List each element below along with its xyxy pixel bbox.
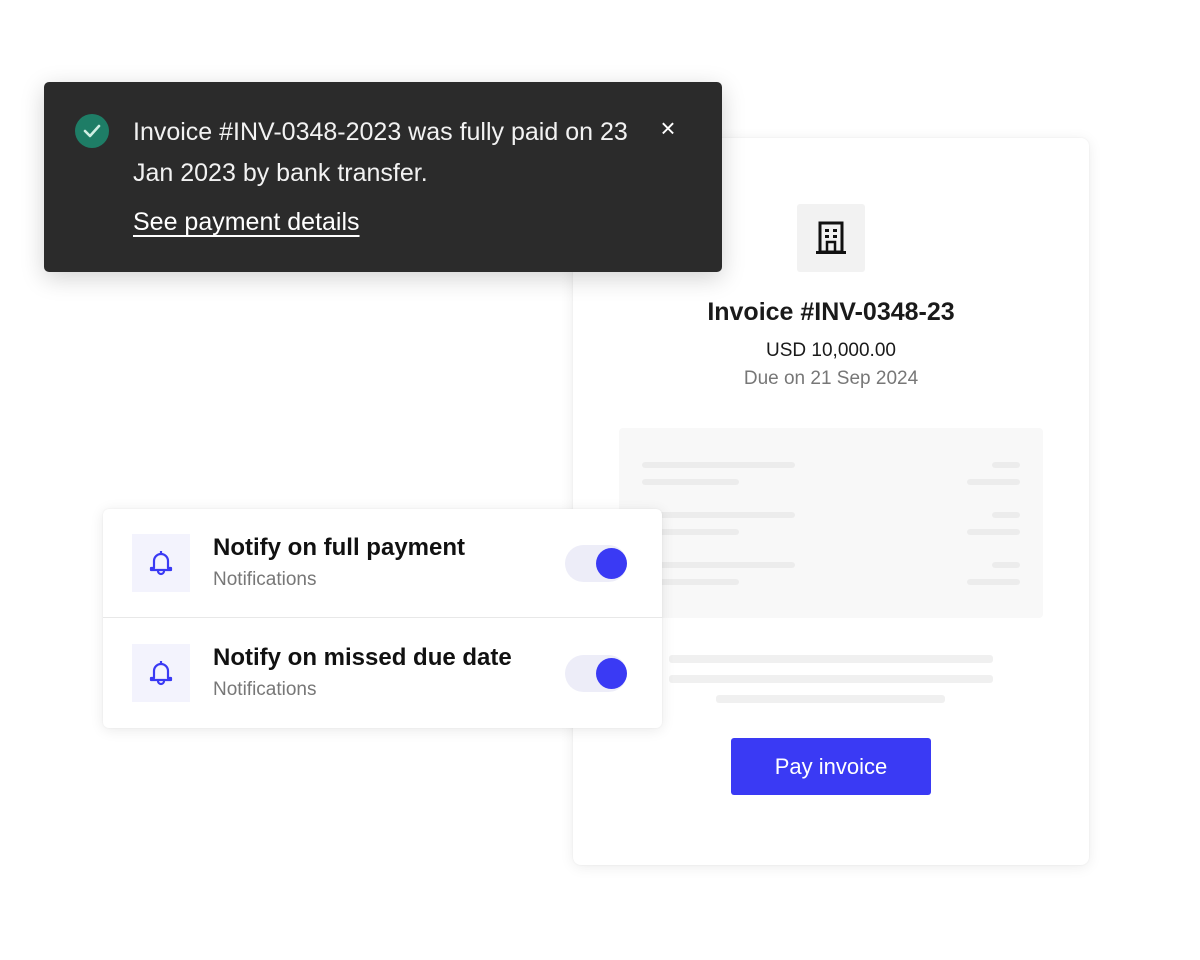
skeleton-line (992, 562, 1020, 568)
notification-row-full-payment: Notify on full payment Notifications (103, 509, 662, 618)
notification-row-missed-due-date: Notify on missed due date Notifications (103, 619, 662, 728)
pay-invoice-button[interactable]: Pay invoice (731, 738, 931, 795)
skeleton-line (967, 579, 1020, 585)
building-icon (816, 221, 846, 254)
invoice-logo (797, 204, 865, 272)
full-payment-toggle[interactable] (565, 545, 627, 582)
payment-toast: Invoice #INV-0348-2023 was fully paid on… (44, 82, 722, 272)
skeleton-line (642, 479, 739, 485)
notification-subtitle: Notifications (213, 569, 317, 590)
invoice-due-date: Due on 21 Sep 2024 (743, 368, 919, 389)
skeleton-line (642, 562, 795, 568)
close-icon[interactable]: × (656, 115, 680, 141)
bell-icon (132, 534, 190, 592)
skeleton-line (716, 695, 945, 703)
notification-subtitle: Notifications (213, 679, 317, 700)
bell-icon (132, 644, 190, 702)
skeleton-line (992, 462, 1020, 468)
toggle-knob (596, 658, 627, 689)
toast-message: Invoice #INV-0348-2023 was fully paid on… (133, 118, 628, 187)
skeleton-line (669, 655, 993, 663)
skeleton-line (669, 675, 993, 683)
missed-due-date-toggle[interactable] (565, 655, 627, 692)
skeleton-line (967, 479, 1020, 485)
toggle-knob (596, 548, 627, 579)
see-payment-details-link[interactable]: See payment details (133, 208, 360, 237)
skeleton-line (967, 529, 1020, 535)
invoice-amount: USD 10,000.00 (766, 340, 896, 361)
notification-title: Notify on missed due date (213, 644, 512, 671)
skeleton-line (992, 512, 1020, 518)
skeleton-line (642, 462, 795, 468)
notification-title: Notify on full payment (213, 534, 465, 561)
invoice-title: Invoice #INV-0348-23 (707, 298, 955, 326)
skeleton-line (642, 512, 795, 518)
notification-settings-card: Notify on full payment Notifications Not… (103, 509, 662, 728)
invoice-line-items-placeholder (619, 428, 1043, 618)
check-circle-icon (75, 114, 109, 148)
